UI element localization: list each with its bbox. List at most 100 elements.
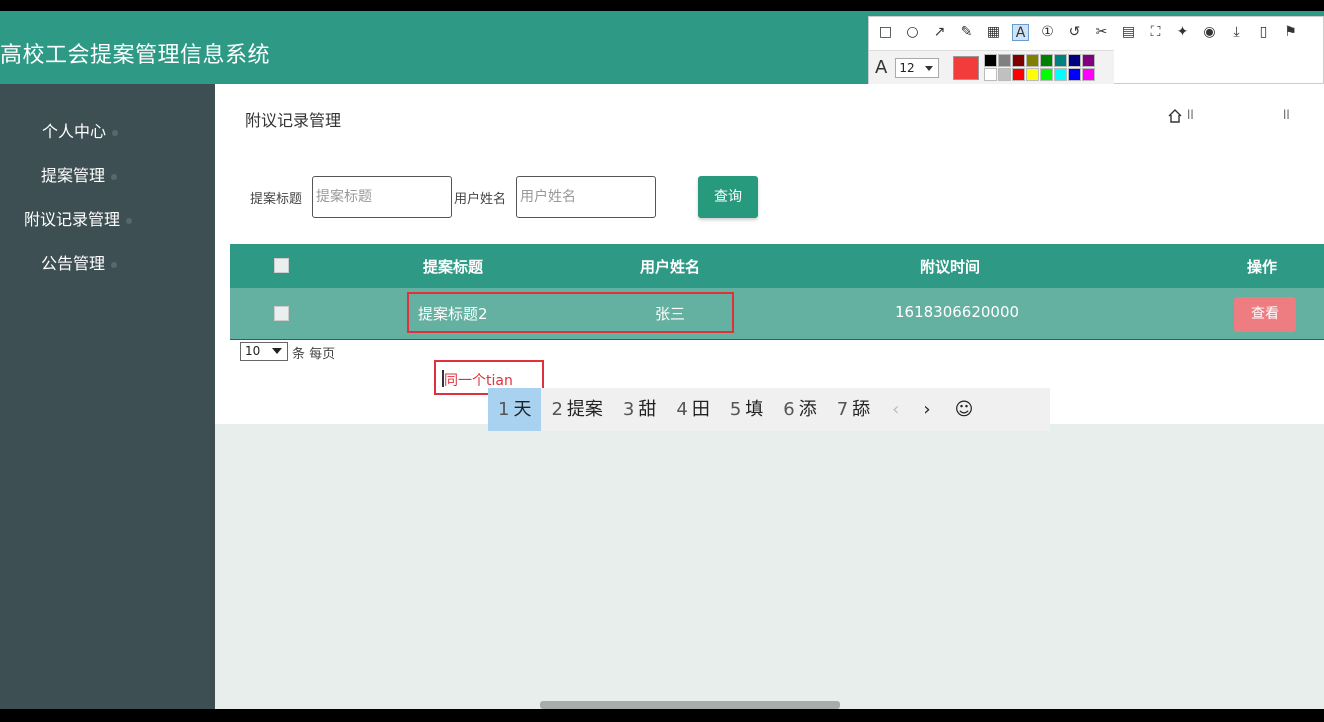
ime-candidate[interactable]: 5填: [720, 388, 773, 431]
user-search-input[interactable]: 用户姓名: [516, 176, 656, 218]
sidebar-item-personal-center[interactable]: 个人中心: [42, 118, 119, 142]
candidate-number: 6: [783, 399, 795, 420]
column-header: 操作: [1247, 258, 1278, 276]
color-swatch[interactable]: [1026, 68, 1040, 81]
sidebar-item-label: 个人中心: [42, 122, 107, 141]
select-all-checkbox[interactable]: [274, 258, 289, 273]
candidate-text: 添: [798, 399, 817, 420]
candidate-number: 7: [836, 399, 849, 420]
cut-icon[interactable]: ✂: [1093, 24, 1110, 41]
arrow-icon[interactable]: ↗: [931, 24, 948, 41]
annotation-toolbar: □ ○ ↗ ✎ ▦ A ① ↺ ✂ ▤ ⛶ ✦ ◉ ⤓ ▯ ⚑ A 12: [868, 16, 1324, 84]
text-tool-icon[interactable]: A: [1012, 23, 1029, 41]
record-icon[interactable]: ◉: [1201, 24, 1218, 41]
color-swatch[interactable]: [1012, 54, 1026, 67]
ime-next-icon[interactable]: ›: [911, 388, 942, 431]
color-palette: [984, 54, 1096, 81]
pencil-icon[interactable]: ✎: [958, 24, 975, 41]
page-size-select[interactable]: 10: [240, 342, 288, 361]
page-title: 附议记录管理: [245, 111, 342, 130]
ime-candidate-bar: 1 天 2 提案 3 甜 4 田 5 填 6 添 7 舔 ‹ › ☺: [488, 388, 1050, 431]
color-swatch[interactable]: [1082, 54, 1096, 67]
table-header: 提案标题 用户姓名 附议时间 操作: [230, 244, 1324, 288]
bullet-icon: [112, 129, 119, 136]
fullscreen-icon[interactable]: ⛶: [1147, 24, 1164, 41]
color-swatch[interactable]: [1054, 54, 1068, 67]
candidate-number: 4: [676, 399, 688, 420]
number-marker-icon[interactable]: ①: [1039, 24, 1056, 41]
ime-candidate[interactable]: 7舔: [827, 388, 880, 431]
candidate-number: 1: [498, 399, 510, 420]
color-swatch[interactable]: [998, 54, 1012, 67]
candidate-text: 提案: [566, 399, 603, 420]
pin-icon[interactable]: ✦: [1174, 24, 1191, 41]
home-icon[interactable]: [1167, 108, 1183, 124]
page-size-unit: 条 每页: [292, 347, 336, 362]
ime-candidate[interactable]: 1天: [488, 388, 542, 431]
view-button[interactable]: 查看: [1234, 297, 1296, 332]
annotation-tools: □ ○ ↗ ✎ ▦ A ① ↺ ✂ ▤ ⛶ ✦ ◉ ⤓ ▯ ⚑: [869, 17, 1324, 47]
bullet-icon: [111, 173, 118, 180]
main-panel: 附议记录管理 ll ll 提案标题 提案标题 用户姓名 用户姓名 查询 提案标题…: [215, 84, 1324, 424]
app-frame: 高校工会提案管理信息系统 □ ○ ↗ ✎ ▦ A ① ↺ ✂ ▤ ⛶ ✦ ◉ ⤓…: [0, 11, 1324, 709]
candidate-text: 天: [513, 399, 532, 420]
row-checkbox[interactable]: [274, 306, 289, 321]
rectangle-icon[interactable]: □: [877, 24, 894, 41]
emoji-icon[interactable]: ☺: [943, 388, 986, 431]
ime-prev-icon[interactable]: ‹: [880, 388, 911, 431]
ime-candidate[interactable]: 3甜: [613, 388, 666, 431]
undo-icon[interactable]: ↺: [1066, 24, 1083, 41]
title-search-input[interactable]: 提案标题: [312, 176, 452, 218]
breadcrumb-separator: ll: [1187, 108, 1194, 122]
sidebar-item-label: 公告管理: [41, 254, 106, 273]
candidate-text: 舔: [852, 399, 871, 420]
candidate-number: 5: [729, 399, 742, 420]
sidebar-item-second-records[interactable]: 附议记录管理: [24, 206, 133, 230]
sidebar-item-notice-management[interactable]: 公告管理: [41, 250, 118, 274]
title-filter-label: 提案标题: [250, 192, 303, 207]
ime-composition: 同一个tian: [444, 373, 513, 389]
app-title: 高校工会提案管理信息系统: [0, 43, 271, 68]
current-color-swatch[interactable]: [953, 55, 980, 80]
color-swatch[interactable]: [1040, 54, 1054, 67]
color-swatch[interactable]: [1040, 68, 1054, 81]
column-header: 用户姓名: [640, 258, 701, 276]
candidate-number: 2: [551, 399, 563, 420]
column-header: 附议时间: [920, 258, 981, 276]
color-swatch[interactable]: [1012, 68, 1026, 81]
bullet-icon: [111, 261, 118, 268]
mosaic-icon[interactable]: ▦: [985, 24, 1002, 41]
sidebar-item-label: 提案管理: [41, 166, 106, 185]
color-swatch[interactable]: [1054, 68, 1068, 81]
query-button[interactable]: 查询: [698, 176, 758, 218]
bottom-overlay: [540, 701, 840, 709]
row-time: 1618306620000: [895, 303, 1020, 321]
candidate-number: 3: [622, 399, 635, 420]
ellipse-icon[interactable]: ○: [904, 24, 921, 41]
sidebar-item-proposal-management[interactable]: 提案管理: [41, 162, 118, 186]
candidate-text: 填: [745, 399, 764, 420]
sidebar-item-label: 附议记录管理: [24, 210, 121, 229]
color-swatch[interactable]: [984, 54, 998, 67]
color-swatch[interactable]: [1026, 54, 1040, 67]
bullet-icon: [126, 217, 133, 224]
color-swatch[interactable]: [1082, 68, 1096, 81]
bookmark-icon[interactable]: ⚑: [1282, 24, 1299, 41]
table-row: 提案标题2 张三 1618306620000 查看: [230, 288, 1324, 340]
color-swatch[interactable]: [1068, 54, 1082, 67]
user-filter-label: 用户姓名: [454, 192, 507, 207]
breadcrumb-separator: ll: [1283, 108, 1290, 122]
text-style-bar: A 12: [869, 50, 1114, 84]
color-swatch[interactable]: [1068, 68, 1082, 81]
ime-candidate[interactable]: 2 提案: [541, 388, 612, 431]
column-header: 提案标题: [423, 258, 484, 276]
ime-candidate[interactable]: 6添: [773, 388, 826, 431]
color-swatch[interactable]: [984, 68, 998, 81]
color-swatch[interactable]: [998, 68, 1012, 81]
ime-candidate[interactable]: 4田: [666, 388, 719, 431]
font-icon: A: [875, 57, 888, 78]
font-size-select[interactable]: 12: [895, 57, 940, 78]
ocr-icon[interactable]: ▤: [1120, 24, 1137, 41]
save-icon[interactable]: ▯: [1255, 24, 1272, 41]
download-icon[interactable]: ⤓: [1228, 24, 1245, 41]
